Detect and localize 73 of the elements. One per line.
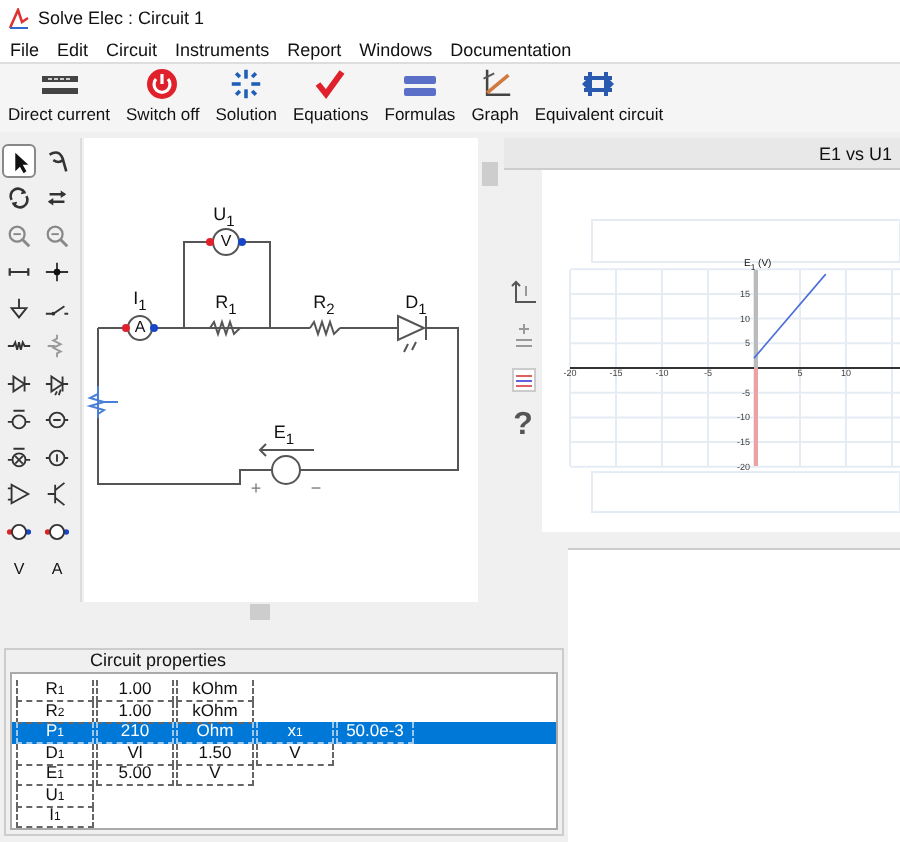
menu-item[interactable]: Edit (57, 39, 89, 59)
component-label: I$_{1}$ (133, 288, 147, 314)
property-row[interactable]: R$_{1}$ 1.00 kOhm (12, 680, 556, 701)
component-label: R$_{1}$ (215, 292, 237, 318)
lines-icon (511, 368, 535, 392)
panel-title: Circuit properties (90, 650, 227, 670)
property-row[interactable]: U$_{1}$ (12, 785, 556, 806)
table-cell: V (256, 743, 334, 765)
menu-item[interactable]: Report (287, 39, 342, 59)
hook-icon (44, 147, 70, 175)
axes-icon (509, 280, 537, 306)
table-cell: P$_{1}$ (16, 722, 94, 744)
menu-item[interactable]: Instruments (175, 39, 270, 59)
table-cell: Ohm (176, 722, 254, 744)
probe-tool[interactable]: A (40, 551, 74, 585)
property-row[interactable]: I$_{1}$ (12, 806, 556, 827)
menu-item[interactable]: Circuit (106, 39, 158, 59)
plus-equals-icon (513, 324, 533, 350)
component-label: E$_{1}$ (273, 422, 295, 448)
battery-icon (39, 72, 79, 100)
toolbar-button[interactable]: Formulas (384, 68, 456, 124)
transistor-icon (44, 480, 70, 508)
junction-icon (44, 258, 70, 286)
meter-symbol: A (134, 318, 146, 336)
lamp-icon (6, 443, 32, 471)
table-cell: I$_{1}$ (16, 806, 94, 828)
toolbar-button[interactable]: Solution (215, 68, 277, 124)
toolbar-button[interactable]: Equations (292, 68, 369, 124)
table-cell: R$_{1}$ (16, 680, 94, 702)
probe-tool[interactable]: V (2, 551, 36, 585)
toolbar-button[interactable]: Graph (471, 68, 519, 124)
table-cell: kOhm (176, 680, 254, 702)
table-cell: 210 (96, 722, 174, 744)
menu-item[interactable]: Windows (359, 39, 433, 59)
check-icon (314, 68, 347, 100)
table-cell: Vl (96, 743, 174, 765)
equals-icon (401, 72, 438, 100)
table-cell: D$_{1}$ (16, 743, 94, 765)
graph-icon (477, 68, 513, 100)
toolbar-button[interactable]: Direct current (8, 68, 111, 124)
table-cell: 1.50 (176, 743, 254, 765)
meter-symbol: V (220, 232, 232, 250)
zoom-out-icon (44, 221, 70, 249)
plus-sign: + (250, 478, 262, 498)
table-cell: E$_{1}$ (16, 764, 94, 786)
property-row[interactable]: E$_{1}$ 5.00 V (12, 764, 556, 785)
menu-item[interactable]: File (10, 39, 40, 59)
help-button[interactable]: ? (513, 410, 533, 442)
table-cell: 5.00 (96, 764, 174, 786)
app-logo-icon (8, 7, 30, 29)
component-label: U$_{1}$ (213, 204, 235, 230)
table-cell: 50.0e-3 (336, 722, 414, 744)
window-title: Solve Elec : Circuit 1 (38, 8, 205, 28)
ground-icon (6, 295, 32, 323)
component-label: R$_{2}$ (313, 292, 335, 318)
table-cell: U$_{1}$ (16, 785, 94, 807)
sparkle-icon (228, 68, 265, 100)
tool-button[interactable] (2, 144, 36, 178)
property-row[interactable]: P$_{1}$ 210 Ohm x$_{1}$ 50.0e-3 (12, 722, 556, 743)
data-line (753, 273, 827, 359)
amplifier-icon (6, 480, 32, 508)
toolbar-button[interactable]: Equivalent circuit (534, 68, 664, 124)
rotate-icon (6, 184, 32, 212)
graph-title: E1 vs U1 (818, 143, 892, 163)
source-icon (6, 406, 32, 434)
property-row[interactable]: D$_{1}$ Vl 1.50 V (12, 743, 556, 764)
menu-item[interactable]: Documentation (450, 39, 572, 59)
table-cell: V (176, 764, 254, 786)
toolbar-button[interactable]: Switch off (126, 68, 200, 124)
table-cell: x$_{1}$ (256, 722, 334, 744)
table-cell: 1.00 (96, 680, 174, 702)
component-label: D$_{1}$ (405, 292, 427, 318)
minus-sign: − (310, 478, 322, 498)
